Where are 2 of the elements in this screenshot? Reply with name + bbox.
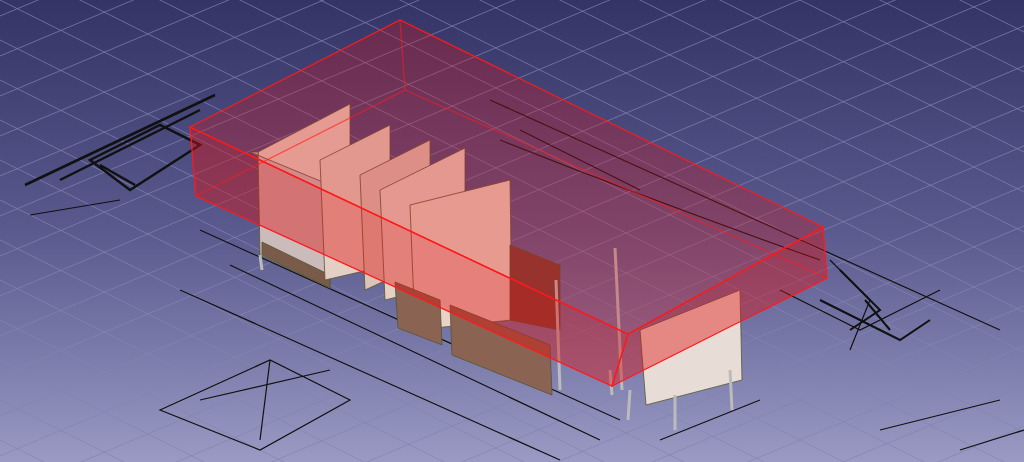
3d-viewport[interactable]: [0, 0, 1024, 462]
bounding-box[interactable]: [188, 19, 828, 388]
